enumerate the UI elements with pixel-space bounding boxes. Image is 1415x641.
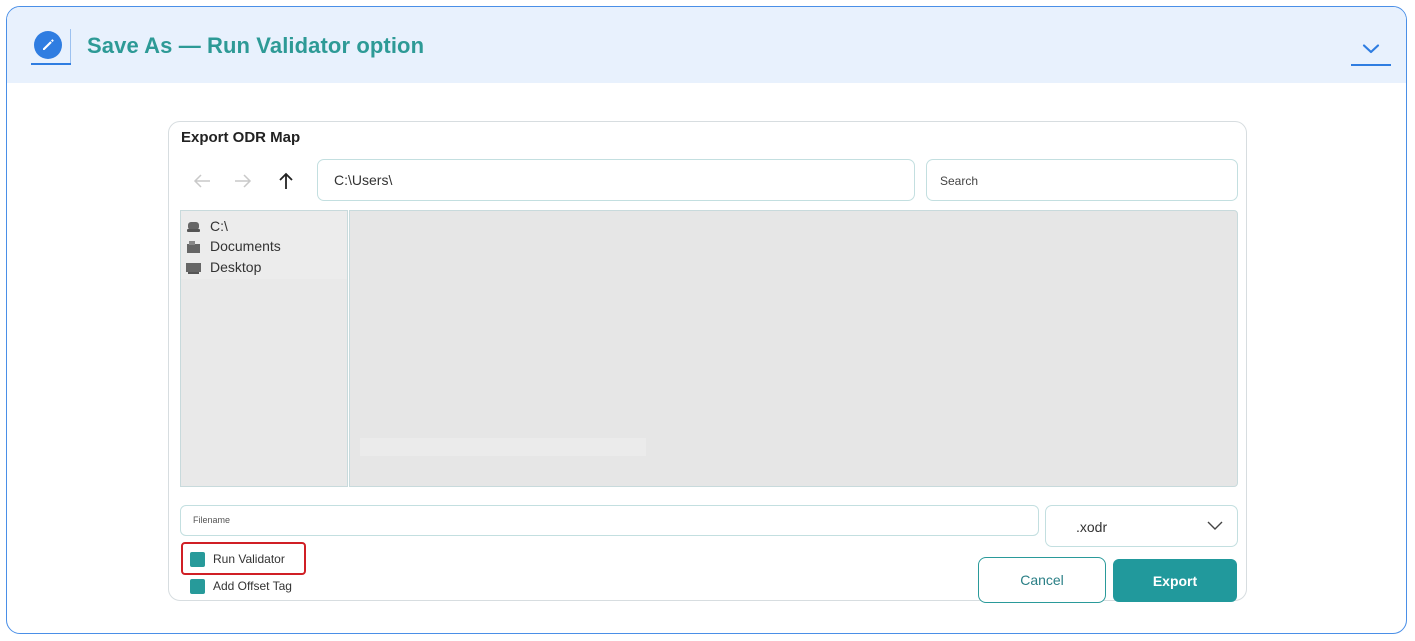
run-validator-label: Run Validator xyxy=(213,552,285,566)
sidebar-item-documents[interactable]: Documents xyxy=(186,236,281,256)
header-separator xyxy=(70,29,71,63)
sidebar-item-desktop[interactable]: Desktop xyxy=(186,257,261,277)
export-button[interactable]: Export xyxy=(1113,559,1237,602)
run-validator-checkbox[interactable] xyxy=(190,551,205,567)
collapse-underline xyxy=(1351,64,1391,66)
back-button[interactable] xyxy=(189,168,215,194)
add-offset-tag-option[interactable]: Add Offset Tag xyxy=(190,577,292,595)
forward-button[interactable] xyxy=(230,168,256,194)
cancel-button[interactable]: Cancel xyxy=(978,557,1106,603)
export-dialog: Export ODR Map C:\Users\ Search C:\ Docu… xyxy=(168,121,1247,603)
sidebar-item-c-drive[interactable]: C:\ xyxy=(186,216,228,236)
documents-icon xyxy=(186,240,201,253)
sidebar-panel: C:\ Documents Desktop xyxy=(180,210,348,487)
arrow-up-icon xyxy=(279,172,293,189)
arrow-left-icon xyxy=(193,174,210,188)
pencil-icon xyxy=(34,31,62,59)
instruction-card: Save As — Run Validator option Export OD… xyxy=(6,6,1407,634)
arrow-right-icon xyxy=(235,174,252,188)
chevron-down-icon xyxy=(1207,521,1223,530)
up-button[interactable] xyxy=(273,168,299,194)
file-type-select[interactable]: .xodr xyxy=(1045,505,1238,547)
file-list-row xyxy=(360,438,646,456)
desktop-icon xyxy=(186,261,201,274)
run-validator-option[interactable]: Run Validator xyxy=(190,550,285,568)
chevron-down-icon xyxy=(1362,44,1380,54)
add-offset-tag-label: Add Offset Tag xyxy=(213,579,292,593)
path-field[interactable]: C:\Users\ xyxy=(317,159,915,201)
sidebar-item-label: C:\ xyxy=(210,218,228,234)
file-list-panel[interactable] xyxy=(349,210,1238,487)
filename-field[interactable]: Filename xyxy=(180,505,1039,536)
search-field[interactable]: Search xyxy=(926,159,1238,201)
drive-icon xyxy=(186,220,201,232)
collapse-button[interactable] xyxy=(1351,33,1391,65)
badge-underline xyxy=(31,63,71,65)
sidebar-item-label: Desktop xyxy=(210,259,262,275)
sidebar-item-label: Documents xyxy=(210,238,281,254)
dialog-title: Export ODR Map xyxy=(181,129,301,146)
file-type-value: .xodr xyxy=(1076,519,1108,535)
add-offset-tag-checkbox[interactable] xyxy=(190,578,205,594)
card-header: Save As — Run Validator option xyxy=(7,7,1406,83)
card-title: Save As — Run Validator option xyxy=(87,33,425,58)
